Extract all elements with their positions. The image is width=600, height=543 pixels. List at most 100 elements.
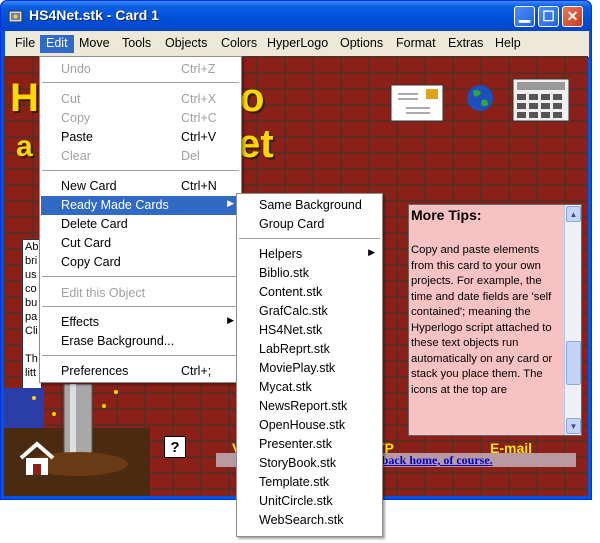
menu-item-copy[interactable]: Copy Ctrl+C — [41, 109, 240, 128]
submenu-item-stack[interactable]: Content.stk — [238, 283, 381, 302]
submenu-item-stack[interactable]: NewsReport.stk — [238, 397, 381, 416]
menu-item-label: WebSearch.stk — [259, 513, 344, 527]
menu-separator — [239, 238, 380, 239]
submenu-item-stack[interactable]: LabReprt.stk — [238, 340, 381, 359]
close-icon: ✕ — [566, 8, 579, 24]
maximize-button[interactable]: ☐ — [538, 6, 559, 27]
window-title: HS4Net.stk - Card 1 — [29, 7, 159, 23]
menu-item-label: StoryBook.stk — [259, 456, 337, 470]
menu-help[interactable]: Help — [489, 35, 527, 53]
scroll-up-button[interactable]: ▲ — [566, 206, 581, 222]
menu-item-delete-card[interactable]: Delete Card — [41, 215, 240, 234]
submenu-item-stack[interactable]: OpenHouse.stk — [238, 416, 381, 435]
edit-menu: Undo Ctrl+Z Cut Ctrl+X Copy Ctrl+C Paste… — [39, 56, 242, 383]
help-icon[interactable]: ? — [164, 436, 186, 458]
menu-item-label: Preferences — [61, 364, 129, 378]
menu-item-erase-background[interactable]: Erase Background... — [41, 332, 240, 351]
menu-objects[interactable]: Objects — [159, 35, 213, 53]
menu-item-edit-this-object[interactable]: Edit this Object — [41, 284, 240, 303]
menu-options[interactable]: Options — [334, 35, 389, 53]
help-mark: ? — [170, 438, 180, 456]
menu-item-label: Cut — [61, 92, 81, 106]
menu-colors[interactable]: Colors — [215, 35, 263, 53]
submenu-item-stack[interactable]: UnitCircle.stk — [238, 492, 381, 511]
submenu-item-stack[interactable]: GrafCalc.stk — [238, 302, 381, 321]
submenu-item-stack[interactable]: Presenter.stk — [238, 435, 381, 454]
scroll-thumb[interactable] — [566, 341, 581, 385]
close-button[interactable]: ✕ — [562, 6, 583, 27]
menu-item-copy-card[interactable]: Copy Card — [41, 253, 240, 272]
submenu-item-stack[interactable]: Template.stk — [238, 473, 381, 492]
menu-item-label: NewsReport.stk — [259, 399, 348, 413]
menu-separator — [42, 276, 239, 277]
menu-item-label: New Card — [61, 179, 117, 193]
menu-item-clear[interactable]: Clear Del — [41, 147, 240, 166]
menu-format[interactable]: Format — [390, 35, 442, 53]
menu-item-label: Presenter.stk — [259, 437, 332, 451]
tips-title: More Tips: — [411, 207, 482, 223]
more-tips-field[interactable]: More Tips: Copy and paste elements from … — [408, 204, 582, 436]
menu-item-label: Ready Made Cards — [61, 198, 169, 212]
menu-item-new-card[interactable]: New Card Ctrl+N — [41, 177, 240, 196]
submenu-item-same-background[interactable]: Same Background — [238, 196, 381, 215]
menu-item-label: Undo — [61, 62, 91, 76]
card-title-line2-start: a — [16, 130, 33, 163]
submenu-item-stack[interactable]: StoryBook.stk — [238, 454, 381, 473]
menu-tools[interactable]: Tools — [116, 35, 157, 53]
home-icon[interactable] — [18, 440, 56, 478]
menu-item-label: Copy Card — [61, 255, 121, 269]
menu-separator — [42, 170, 239, 171]
menu-edit[interactable]: Edit — [40, 35, 74, 53]
menu-item-shortcut: Del — [181, 149, 200, 163]
submenu-item-stack[interactable]: WebSearch.stk — [238, 511, 381, 530]
menu-item-label: Content.stk — [259, 285, 323, 299]
card-title-line1-start: H — [10, 76, 39, 120]
submenu-item-stack[interactable]: Mycat.stk — [238, 378, 381, 397]
menu-separator — [42, 355, 239, 356]
menu-hyperlogo[interactable]: HyperLogo — [261, 35, 334, 53]
globe-icon[interactable] — [464, 82, 496, 114]
menu-item-cut-card[interactable]: Cut Card — [41, 234, 240, 253]
title-bar[interactable]: HS4Net.stk - Card 1 ▁ ☐ ✕ — [1, 1, 591, 31]
tips-scrollbar[interactable]: ▲ ▼ — [564, 205, 581, 435]
label-email[interactable]: E-mail — [490, 440, 532, 456]
card-title-line1-end: o — [240, 76, 265, 120]
calculator-icon[interactable] — [512, 78, 570, 122]
menu-item-label: Paste — [61, 130, 93, 144]
submenu-item-group-card[interactable]: Group Card — [238, 215, 381, 234]
menu-item-shortcut: Ctrl+; — [181, 364, 212, 378]
menu-item-label: MoviePlay.stk — [259, 361, 336, 375]
menu-file[interactable]: File — [9, 35, 41, 53]
menu-item-cut[interactable]: Cut Ctrl+X — [41, 90, 240, 109]
menu-item-label: Mycat.stk — [259, 380, 312, 394]
submenu-arrow-icon: ▶ — [227, 315, 234, 325]
submenu-item-stack[interactable]: HS4Net.stk — [238, 321, 381, 340]
menu-item-label: Template.stk — [259, 475, 330, 489]
menu-item-effects[interactable]: Effects ▶ — [41, 313, 240, 332]
menu-item-label: Delete Card — [61, 217, 128, 231]
menu-extras[interactable]: Extras — [442, 35, 489, 53]
menu-item-paste[interactable]: Paste Ctrl+V — [41, 128, 240, 147]
menu-item-ready-made-cards[interactable]: Ready Made Cards ▶ — [41, 196, 240, 215]
menu-item-label: Helpers — [259, 247, 303, 261]
menu-item-label: Biblio.stk — [259, 266, 310, 280]
minimize-icon: ▁ — [519, 6, 530, 22]
scroll-down-button[interactable]: ▼ — [566, 418, 581, 434]
maximize-icon: ☐ — [542, 8, 555, 24]
mail-envelope-icon[interactable] — [390, 84, 444, 122]
menu-item-preferences[interactable]: Preferences Ctrl+; — [41, 362, 240, 381]
menu-item-shortcut: Ctrl+N — [181, 179, 217, 193]
menu-separator — [42, 306, 239, 307]
menu-move[interactable]: Move — [73, 35, 116, 53]
submenu-arrow-icon: ▶ — [227, 198, 234, 208]
menu-item-label: Effects — [61, 315, 99, 329]
menu-item-shortcut: Ctrl+V — [181, 130, 217, 144]
submenu-item-stack[interactable]: Biblio.stk — [238, 264, 381, 283]
menu-item-label: Same Background — [259, 198, 362, 212]
submenu-item-stack[interactable]: MoviePlay.stk — [238, 359, 381, 378]
menu-item-undo[interactable]: Undo Ctrl+Z — [41, 60, 240, 79]
chevron-up-icon: ▲ — [569, 209, 578, 219]
minimize-button[interactable]: ▁ — [514, 6, 535, 27]
menu-item-label: Cut Card — [61, 236, 112, 250]
submenu-item-helpers[interactable]: Helpers ▶ — [238, 245, 381, 264]
